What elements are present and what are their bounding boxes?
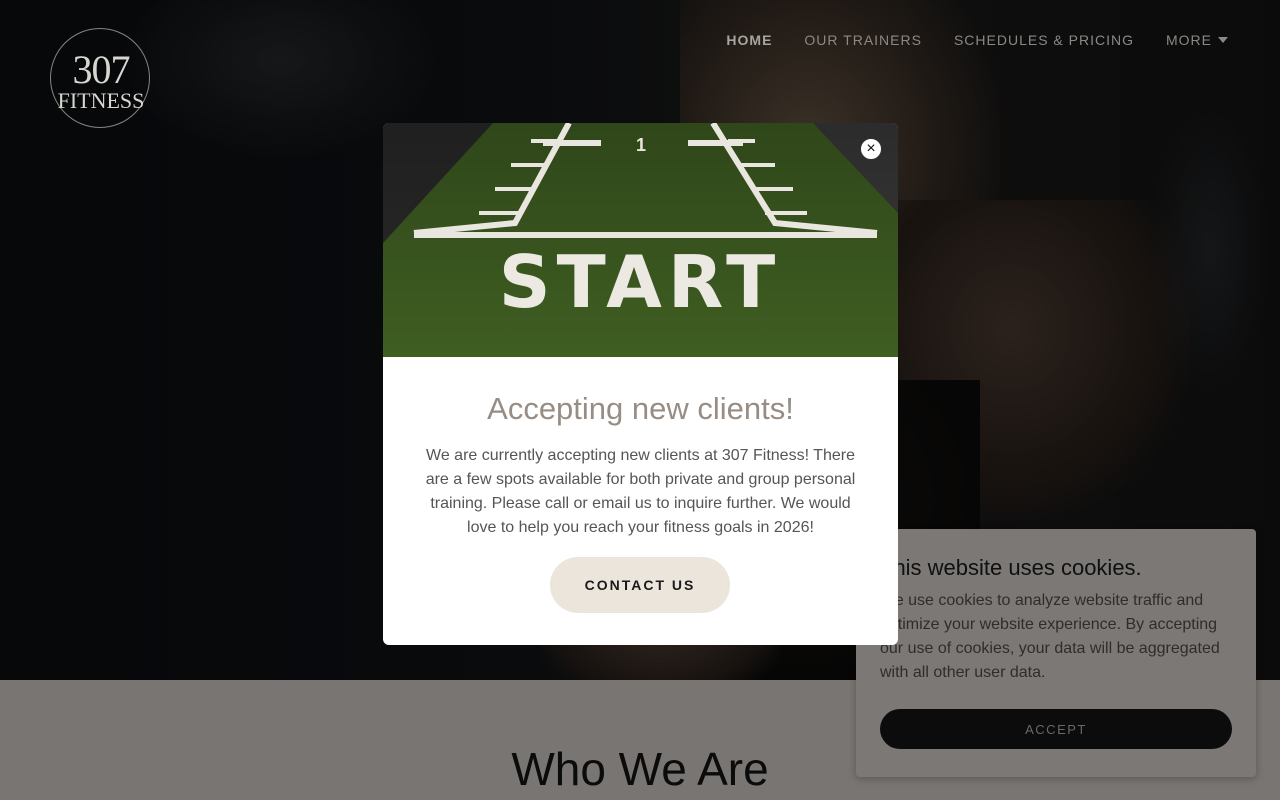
turf-start-text: START bbox=[499, 240, 781, 324]
modal-title: Accepting new clients! bbox=[487, 391, 794, 426]
logo-number: 307 bbox=[72, 47, 131, 92]
contact-us-button[interactable]: CONTACT US bbox=[550, 557, 730, 613]
cookie-banner: This website uses cookies. We use cookie… bbox=[856, 529, 1256, 777]
modal-body: We are currently accepting new clients a… bbox=[425, 447, 856, 536]
nav-item-our-trainers[interactable]: OUR TRAINERS bbox=[804, 32, 922, 48]
accept-cookies-button[interactable]: ACCEPT bbox=[880, 709, 1232, 749]
nav-item-more[interactable]: MORE bbox=[1166, 32, 1228, 48]
cookie-title: This website uses cookies. bbox=[880, 555, 1142, 580]
close-icon[interactable]: × bbox=[860, 138, 882, 160]
turf-yard-number: 1 bbox=[636, 135, 646, 155]
caret-down-icon bbox=[1218, 37, 1228, 43]
nav-item-home[interactable]: HOME bbox=[726, 32, 772, 48]
logo-word: FITNESS bbox=[57, 88, 145, 113]
new-clients-modal: 1 START × Accepting new clients! We are … bbox=[383, 123, 898, 645]
main-nav: HOME OUR TRAINERS SCHEDULES & PRICING MO… bbox=[726, 32, 1228, 48]
cookie-text: We use cookies to analyze website traffi… bbox=[880, 592, 1220, 681]
nav-item-more-label: MORE bbox=[1166, 32, 1212, 48]
start-line-turf-image: 1 START bbox=[383, 123, 898, 357]
nav-item-schedules-pricing[interactable]: SCHEDULES & PRICING bbox=[954, 32, 1134, 48]
site-logo[interactable]: 307 FITNESS bbox=[48, 28, 154, 132]
